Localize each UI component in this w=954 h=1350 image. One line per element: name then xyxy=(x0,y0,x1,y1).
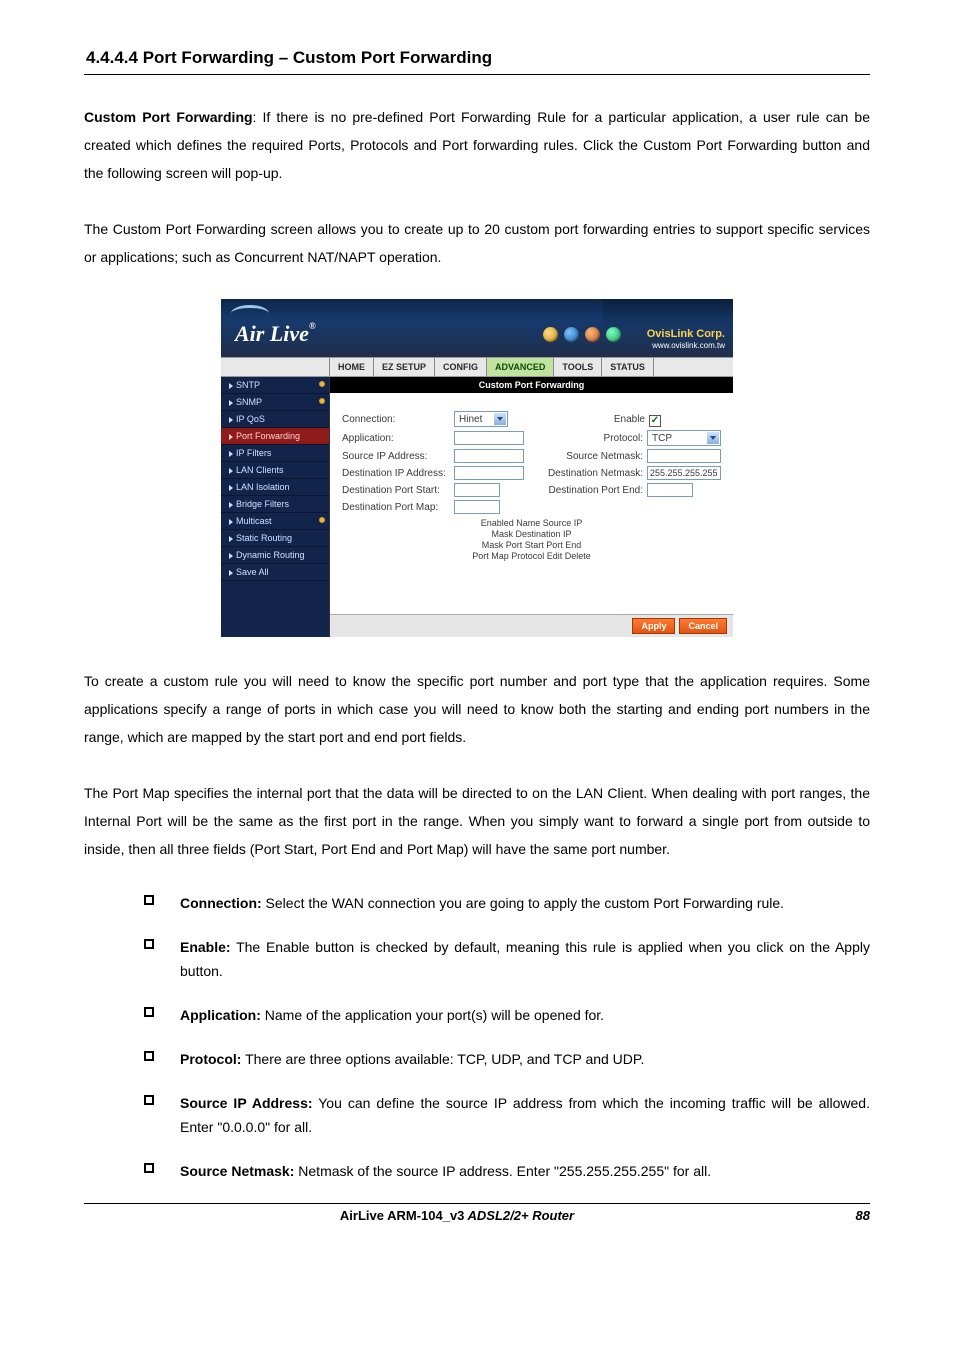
tabbar-spacer xyxy=(221,358,330,376)
square-bullet-icon xyxy=(144,1007,154,1017)
square-bullet-icon xyxy=(144,1051,154,1061)
sidebar-item-port-forwarding[interactable]: Port Forwarding xyxy=(221,428,329,445)
label-enable: Enable xyxy=(614,414,645,425)
dst-end-input[interactable] xyxy=(647,483,693,497)
page-footer: AirLive ARM-104_v3 ADSL2/2+ Router 88 xyxy=(84,1203,870,1223)
gear-icon xyxy=(319,381,325,387)
para1-lead: Custom Port Forwarding xyxy=(84,109,253,125)
bullet-protocol: Protocol: There are three options availa… xyxy=(144,1047,870,1071)
tab-home[interactable]: HOME xyxy=(330,358,374,376)
bullet-src-ip: Source IP Address: You can define the so… xyxy=(144,1091,870,1139)
apply-button[interactable]: Apply xyxy=(632,618,675,634)
globe-icon xyxy=(585,327,600,342)
sidebar-item-snmp[interactable]: SNMP xyxy=(221,394,329,411)
sidebar-item-ipqos[interactable]: IP QoS xyxy=(221,411,329,428)
shot-header: Air Live® OvisLink Corp.www.ovislink.com… xyxy=(221,299,733,357)
paragraph-4: The Port Map specifies the internal port… xyxy=(84,779,870,863)
header-globes xyxy=(543,327,621,342)
panel-title: Custom Port Forwarding xyxy=(330,377,733,393)
logo-swoosh xyxy=(231,305,269,322)
bullet-connection: Connection: Select the WAN connection yo… xyxy=(144,891,870,915)
label-protocol: Protocol: xyxy=(525,433,647,444)
globe-icon xyxy=(543,327,558,342)
application-input[interactable] xyxy=(454,431,524,445)
section-heading: 4.4.4.4 Port Forwarding – Custom Port Fo… xyxy=(84,48,870,68)
dst-map-input[interactable] xyxy=(454,500,500,514)
panel-footer: Apply Cancel xyxy=(330,614,733,637)
router-screenshot: Air Live® OvisLink Corp.www.ovislink.com… xyxy=(221,299,733,637)
tab-status[interactable]: STATUS xyxy=(602,358,654,376)
tab-advanced[interactable]: ADVANCED xyxy=(487,358,554,376)
label-dst-ip: Destination IP Address: xyxy=(342,468,454,479)
main-tabbar: HOME EZ SETUP CONFIG ADVANCED TOOLS STAT… xyxy=(221,357,733,377)
sidebar-item-lan-clients[interactable]: LAN Clients xyxy=(221,462,329,479)
sidebar-item-multicast[interactable]: Multicast xyxy=(221,513,329,530)
chevron-down-icon xyxy=(494,413,506,425)
square-bullet-icon xyxy=(144,1163,154,1173)
paragraph-2: The Custom Port Forwarding screen allows… xyxy=(84,215,870,271)
tab-ezsetup[interactable]: EZ SETUP xyxy=(374,358,435,376)
dst-ip-input[interactable] xyxy=(454,466,524,480)
src-ip-input[interactable] xyxy=(454,449,524,463)
square-bullet-icon xyxy=(144,1095,154,1105)
sidebar-item-save-all[interactable]: Save All xyxy=(221,564,329,581)
bullet-enable: Enable: The Enable button is checked by … xyxy=(144,935,870,983)
sidebar: SNTP SNMP IP QoS Port Forwarding IP Filt… xyxy=(221,377,330,637)
src-mask-input[interactable] xyxy=(647,449,721,463)
label-dst-mask: Destination Netmask: xyxy=(525,468,647,479)
globe-icon xyxy=(564,327,579,342)
sidebar-item-lan-isolation[interactable]: LAN Isolation xyxy=(221,479,329,496)
tab-config[interactable]: CONFIG xyxy=(435,358,487,376)
dst-mask-input[interactable]: 255.255.255.255 xyxy=(647,466,721,480)
sidebar-item-dynamic-routing[interactable]: Dynamic Routing xyxy=(221,547,329,564)
chevron-down-icon xyxy=(707,432,719,444)
sidebar-item-bridge-filters[interactable]: Bridge Filters xyxy=(221,496,329,513)
globe-icon xyxy=(606,327,621,342)
tab-tools[interactable]: TOOLS xyxy=(554,358,602,376)
label-src-mask: Source Netmask: xyxy=(525,451,647,462)
paragraph-1: Custom Port Forwarding: If there is no p… xyxy=(84,103,870,187)
field-bullets: Connection: Select the WAN connection yo… xyxy=(84,891,870,1183)
label-application: Application: xyxy=(342,433,454,444)
cancel-button[interactable]: Cancel xyxy=(679,618,727,634)
header-bg-art xyxy=(603,299,733,327)
gear-icon xyxy=(319,517,325,523)
square-bullet-icon xyxy=(144,895,154,905)
sidebar-item-sntp[interactable]: SNTP xyxy=(221,377,329,394)
label-dst-end: Destination Port End: xyxy=(525,485,647,496)
brand-logo: Air Live® xyxy=(235,321,316,347)
label-dst-start: Destination Port Start: xyxy=(342,485,454,496)
heading-underline xyxy=(84,74,870,75)
table-header: Enabled Name Source IPMask Destination I… xyxy=(342,518,721,562)
form-area: Connection: Hinet Enable Application: Pr… xyxy=(330,393,733,570)
enable-checkbox[interactable] xyxy=(649,415,661,427)
sidebar-item-ip-filters[interactable]: IP Filters xyxy=(221,445,329,462)
gear-icon xyxy=(319,398,325,404)
page-number: 88 xyxy=(830,1208,870,1223)
protocol-select[interactable]: TCP xyxy=(647,430,721,446)
label-connection: Connection: xyxy=(342,414,454,425)
bullet-src-mask: Source Netmask: Netmask of the source IP… xyxy=(144,1159,870,1183)
sidebar-item-static-routing[interactable]: Static Routing xyxy=(221,530,329,547)
corp-label: OvisLink Corp.www.ovislink.com.tw xyxy=(647,329,725,351)
label-src-ip: Source IP Address: xyxy=(342,451,454,462)
square-bullet-icon xyxy=(144,939,154,949)
label-dst-map: Destination Port Map: xyxy=(342,502,454,513)
bullet-application: Application: Name of the application you… xyxy=(144,1003,870,1027)
connection-select[interactable]: Hinet xyxy=(454,411,508,427)
paragraph-3: To create a custom rule you will need to… xyxy=(84,667,870,751)
dst-start-input[interactable] xyxy=(454,483,500,497)
